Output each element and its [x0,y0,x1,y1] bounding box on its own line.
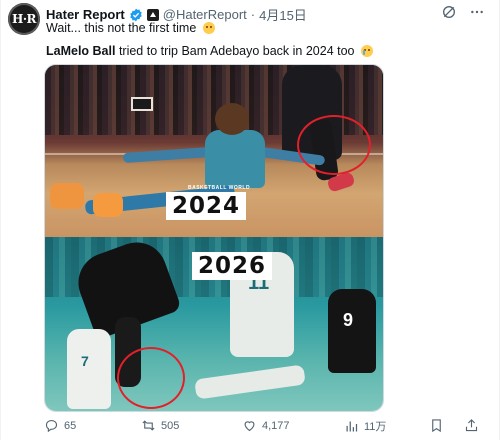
author-name[interactable]: Hater Report [46,7,125,22]
tweet-media[interactable]: BASKETBALL WORLD 2024 11 9 7 2026 [44,64,384,412]
tweet-card: H·R Hater Report @HaterReport · 4月15日 Wa… [0,0,500,440]
reply-icon [45,419,58,433]
like-button[interactable]: 4,177 [242,418,290,433]
media-photo-2026[interactable]: 11 9 7 2026 [45,234,383,411]
player-arm-left [122,146,212,164]
bookmark-button[interactable] [429,418,444,433]
backboard [131,97,153,111]
verified-badge-icon [129,8,142,21]
grok-icon[interactable] [441,4,457,20]
crying-face-icon [361,45,373,57]
orange-shoe [93,193,123,217]
fallen-player [194,364,306,400]
author-handle[interactable]: @HaterReport [163,7,247,22]
repost-count: 505 [161,419,180,432]
mention-name: LaMelo Ball [46,44,116,58]
jersey-number: 9 [343,310,354,330]
more-options-icon[interactable] [469,4,485,20]
media-photo-2024[interactable]: BASKETBALL WORLD 2024 [45,65,383,237]
tweet-text-line1: Wait... this not the first time [46,21,215,35]
tweet-date[interactable]: 4月15日 [259,5,307,24]
orange-shoe [50,183,84,209]
like-count: 4,177 [262,419,290,432]
views-button[interactable]: 11万 [344,418,386,434]
views-chart-icon [346,421,358,431]
avatar[interactable]: H·R [8,3,40,35]
year-label-2026: 2026 [192,252,273,280]
share-icon [465,419,478,432]
share-button[interactable] [464,418,479,433]
flushed-face-icon [202,22,215,34]
reply-count: 65 [64,419,77,432]
tweet-text: Wait... this not the first time [46,21,197,35]
highlight-circle [297,115,371,175]
tweet-text-rest: tried to trip Bam Adebayo back in 2024 t… [115,44,355,58]
reply-button[interactable]: 65 [44,418,76,433]
view-count: 11万 [364,421,387,433]
heart-icon [244,421,255,432]
player-head [215,103,249,135]
separator-dot: · [250,7,256,22]
highlight-circle [117,347,185,409]
affiliate-badge-icon [146,8,159,21]
header-actions [441,4,485,20]
year-label-2024: 2024 [166,192,247,220]
tweet-text-line2: LaMelo Ball tried to trip Bam Adebayo ba… [46,44,373,58]
player-teal-jersey [205,130,265,188]
repost-button[interactable]: 505 [141,418,179,433]
player-heat-9 [328,289,376,373]
repost-icon [142,420,155,431]
jersey-number: 7 [81,353,89,369]
player-hornets-7 [67,329,111,409]
watermark-text: BASKETBALL WORLD [188,185,251,191]
bookmark-icon [432,419,441,433]
